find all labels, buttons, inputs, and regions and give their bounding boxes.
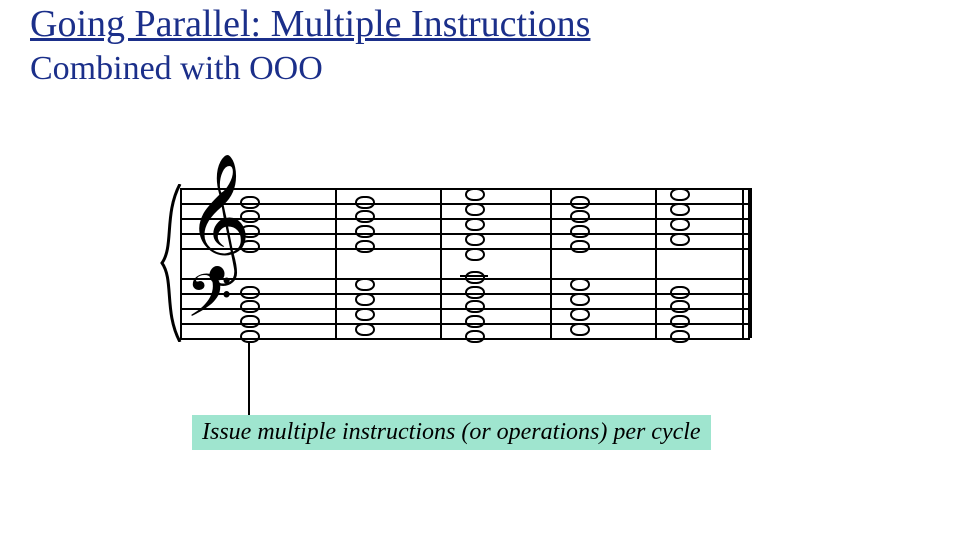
whole-note [570,278,590,291]
whole-note [570,293,590,306]
bass-chord [355,263,379,343]
whole-note [465,248,485,261]
barline [550,188,552,338]
whole-note [670,233,690,246]
whole-note [465,218,485,231]
treble-chord [570,173,594,253]
whole-note [465,271,485,284]
whole-note [670,218,690,231]
whole-note [355,225,375,238]
whole-note [240,300,260,313]
whole-note [355,308,375,321]
barline [742,188,744,338]
barline [655,188,657,338]
whole-note [465,203,485,216]
whole-note [670,286,690,299]
barline [180,188,182,338]
whole-note [670,300,690,313]
whole-note [465,233,485,246]
treble-chord [355,173,379,253]
bass-chord [570,263,594,343]
ledger-line [460,275,488,277]
whole-note [355,278,375,291]
whole-note [465,188,485,201]
slide-subtitle: Combined with OOO [30,50,323,88]
whole-note [465,286,485,299]
whole-note [355,293,375,306]
whole-note [240,196,260,209]
callout-label: Issue multiple instructions (or operatio… [192,415,711,450]
whole-note [570,240,590,253]
whole-note [355,210,375,223]
whole-note [670,315,690,328]
bass-chord [240,263,264,343]
whole-note [465,315,485,328]
barline [440,188,442,338]
treble-chord [670,173,694,253]
whole-note [570,196,590,209]
grand-staff-brace [160,184,182,342]
whole-note [670,188,690,201]
whole-note [670,203,690,216]
bass-chord [465,263,489,343]
treble-chord [240,173,264,253]
whole-note [355,240,375,253]
whole-note [240,225,260,238]
whole-note [355,323,375,336]
whole-note [355,196,375,209]
whole-note [240,210,260,223]
whole-note [670,330,690,343]
whole-note [240,286,260,299]
whole-note [570,323,590,336]
bass-chord [670,263,694,343]
bass-clef-icon: 𝄢 [186,268,232,340]
whole-note [570,308,590,321]
treble-chord [465,173,489,253]
whole-note [240,315,260,328]
callout-pointer [248,343,250,415]
whole-note [570,210,590,223]
barline [748,188,752,338]
barline [335,188,337,338]
whole-note [465,300,485,313]
whole-note [570,225,590,238]
whole-note [240,330,260,343]
music-score: 𝄞 𝄢 [180,178,750,353]
whole-note [465,330,485,343]
slide-title: Going Parallel: Multiple Instructions [30,2,590,46]
whole-note [240,240,260,253]
